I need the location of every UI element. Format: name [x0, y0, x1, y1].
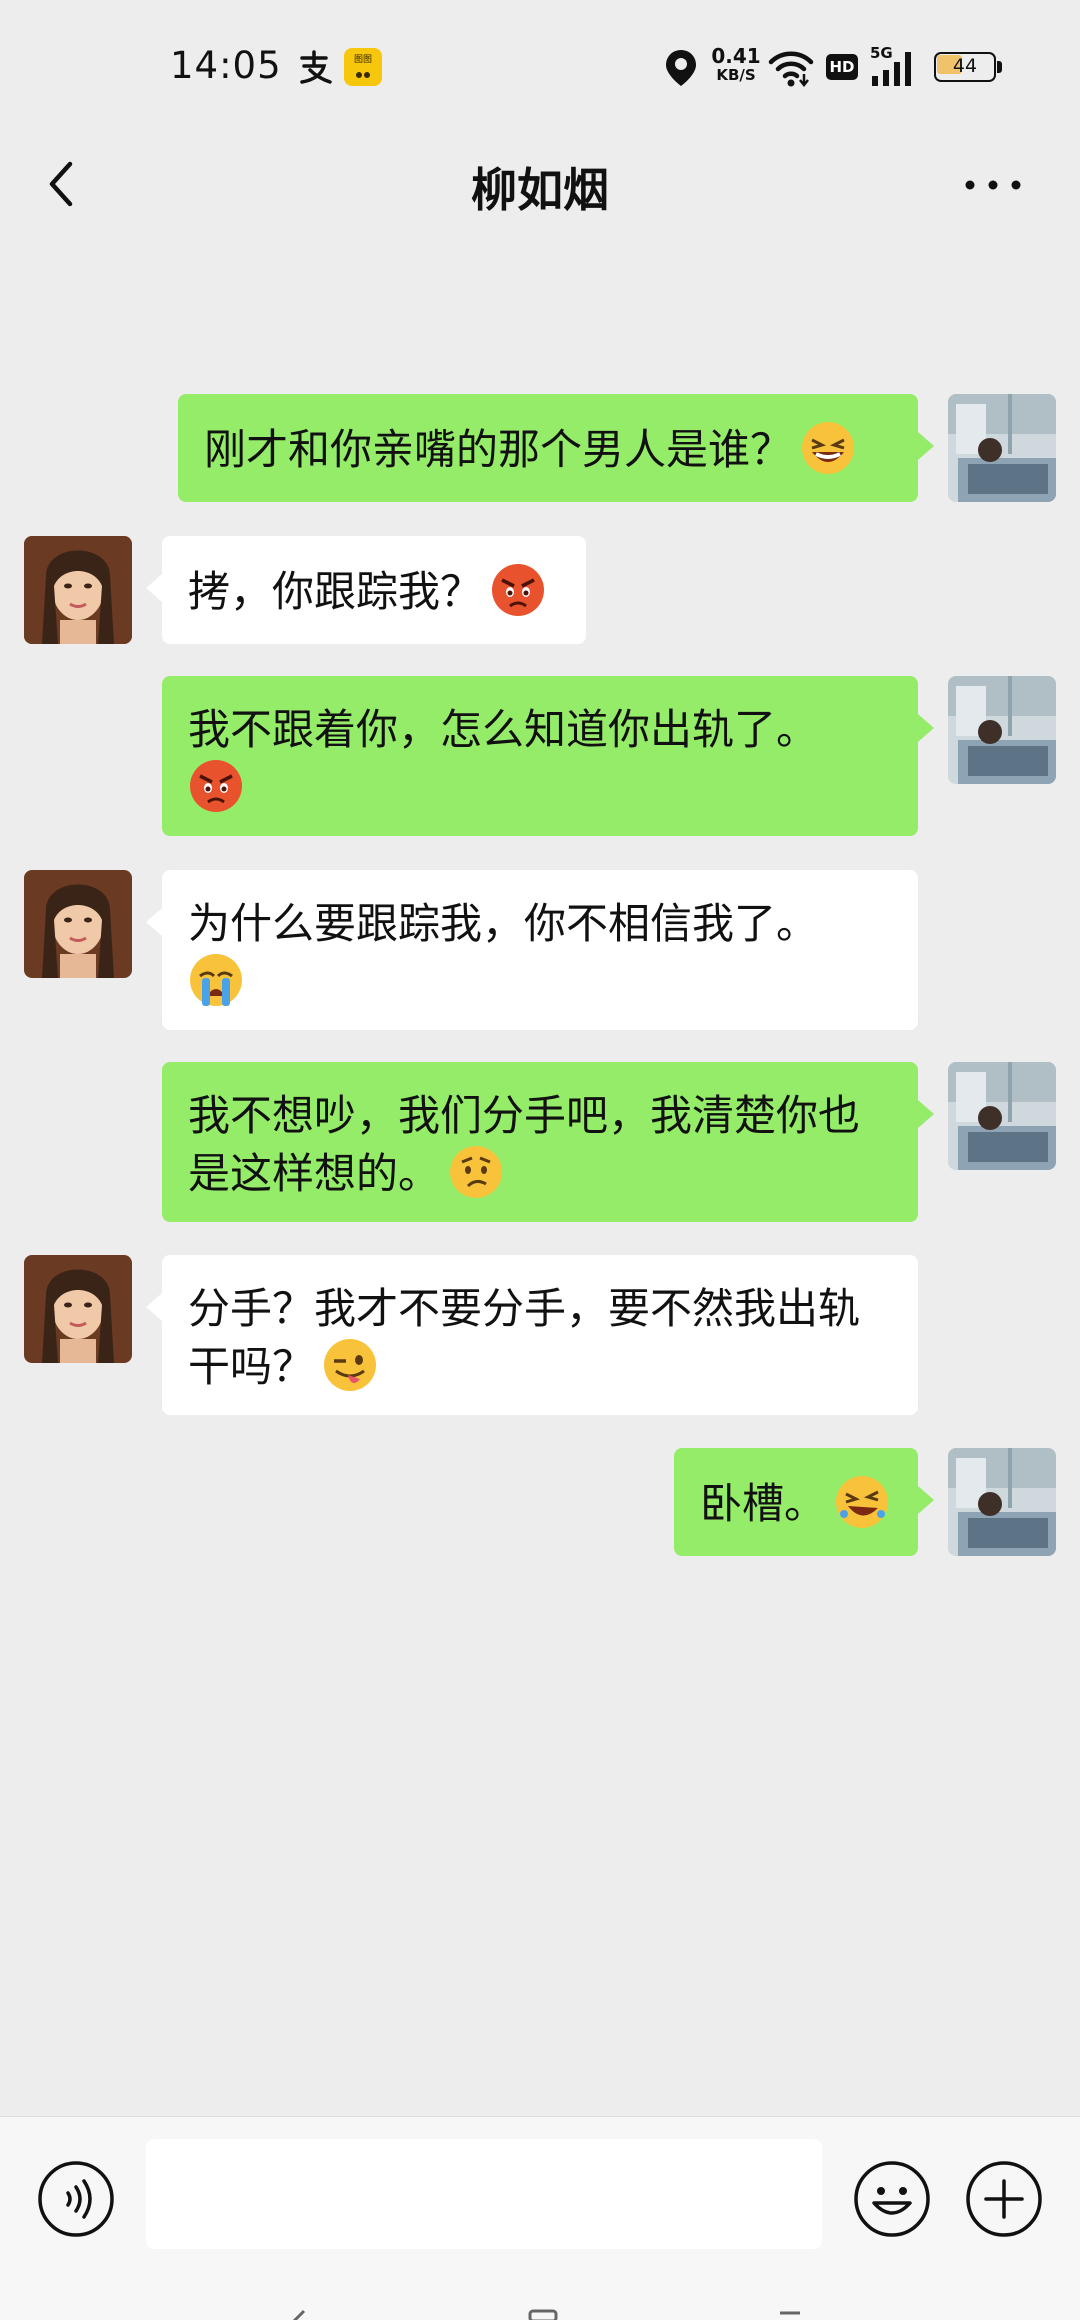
hd-icon: HD: [826, 54, 858, 80]
alipay-icon: [300, 50, 332, 84]
signal-icon: [872, 52, 911, 86]
battery-level: 44: [952, 55, 978, 77]
message-bubble[interactable]: 刚才和你亲嘴的那个男人是谁？: [178, 394, 934, 502]
message-bubble[interactable]: 卧槽。: [674, 1448, 934, 1556]
net-speed: 0.41 KB/S: [708, 46, 764, 83]
chat-header: 柳如烟: [0, 140, 1080, 230]
message-bubble[interactable]: 为什么要跟踪我，你不相信我了。: [146, 870, 918, 1030]
wink-tongue-emoji: [322, 1337, 378, 1393]
message-bubble[interactable]: 拷，你跟踪我？: [146, 536, 586, 644]
contact-avatar[interactable]: [24, 1255, 132, 1363]
message-bubble[interactable]: 分手？我才不要分手，要不然我出轨干吗？: [146, 1255, 918, 1415]
emoji-icon[interactable]: [852, 2159, 932, 2239]
message-text: 分手？我才不要分手，要不然我出轨干吗？: [188, 1284, 861, 1391]
my-avatar[interactable]: [948, 1448, 1056, 1556]
grinning-squint-emoji: [800, 420, 856, 476]
angry-emoji: [490, 562, 546, 618]
chat-title: 柳如烟: [471, 163, 609, 217]
message-text: 拷，你跟踪我？: [188, 567, 483, 616]
my-avatar[interactable]: [948, 394, 1056, 502]
contact-avatar[interactable]: [24, 536, 132, 644]
message-text: 刚才和你亲嘴的那个男人是谁？: [204, 425, 793, 474]
chat-screen: 14:05 图图 0.41 KB/S HD 5G 44 柳如烟 刚才和你亲嘴的那…: [0, 0, 1080, 2320]
my-avatar[interactable]: [948, 1062, 1056, 1170]
net-speed-value: 0.41: [711, 44, 761, 68]
wifi-icon: [768, 51, 814, 88]
angry-emoji: [188, 758, 244, 814]
my-avatar[interactable]: [948, 676, 1056, 784]
message-bubble[interactable]: 我不想吵，我们分手吧，我清楚你也是这样想的。: [162, 1062, 934, 1222]
status-bar: 14:05 图图 0.41 KB/S HD 5G 44: [0, 0, 1080, 140]
message-text: 为什么要跟踪我，你不相信我了。: [188, 899, 819, 948]
plus-icon[interactable]: [964, 2159, 1044, 2239]
message-bubble[interactable]: 我不跟着你，怎么知道你出轨了。: [162, 676, 934, 836]
input-bar: [0, 2116, 1080, 2320]
laughing-emoji: [834, 1474, 890, 1530]
confused-emoji: [448, 1144, 504, 1200]
contact-avatar[interactable]: [24, 870, 132, 978]
message-text: 我不想吵，我们分手吧，我清楚你也是这样想的。: [188, 1091, 861, 1198]
status-time: 14:05: [170, 44, 282, 87]
location-icon: [666, 50, 696, 86]
crying-emoji: [188, 952, 244, 1008]
net-speed-unit: KB/S: [716, 66, 756, 84]
nav-bar-hint: [292, 2309, 800, 2320]
message-input[interactable]: [146, 2139, 822, 2249]
voice-icon[interactable]: [36, 2159, 116, 2239]
message-text: 我不跟着你，怎么知道你出轨了。: [188, 705, 819, 754]
app-badge-icon: 图图: [344, 48, 382, 86]
message-text: 卧槽。: [700, 1479, 827, 1528]
battery-icon: 44: [934, 52, 1002, 82]
more-icon[interactable]: [958, 162, 1028, 208]
